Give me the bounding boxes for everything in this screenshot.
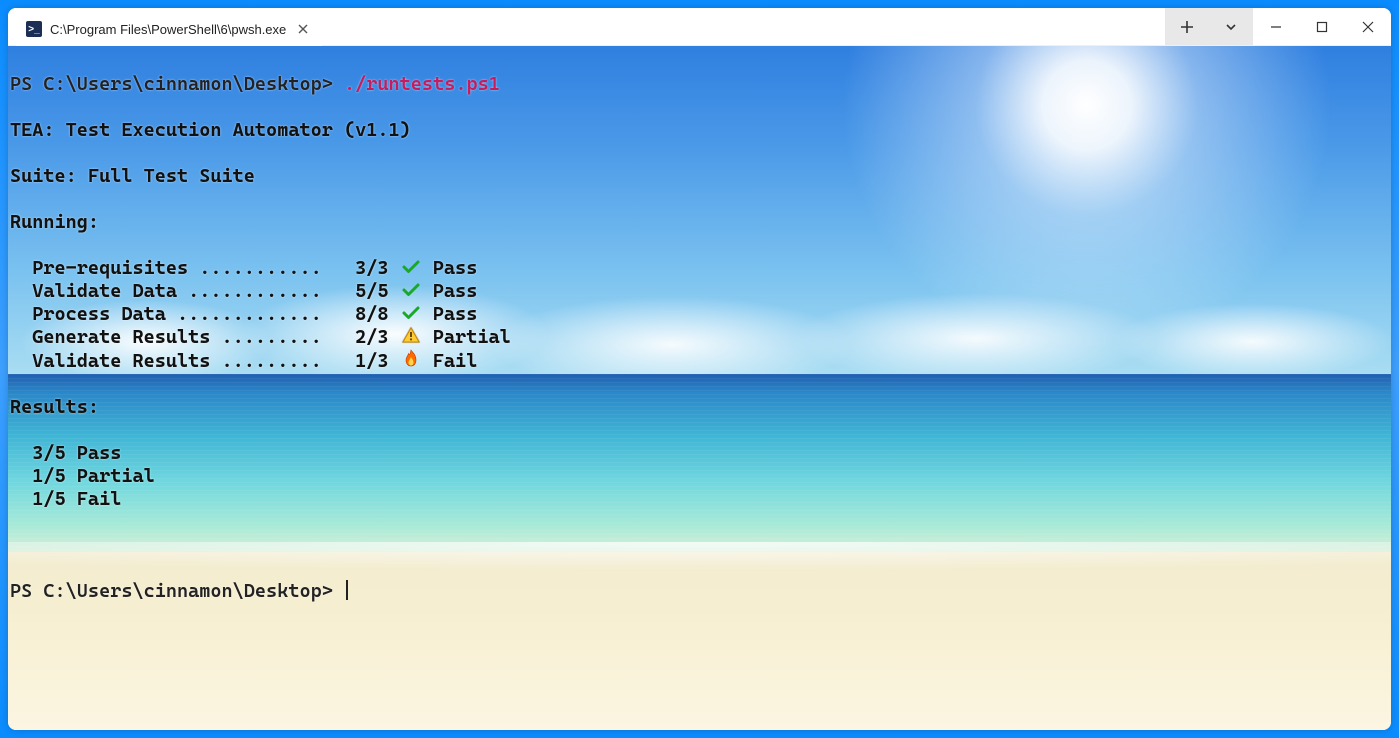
titlebar[interactable]: >_ C:\Program Files\PowerShell\6\pwsh.ex… [8,8,1391,46]
check-icon [400,280,422,303]
header-line: TEA: Test Execution Automator (v1.1) [10,119,1389,142]
results-label: Results: [10,396,1389,419]
minimize-button[interactable] [1253,8,1299,45]
window-controls [1253,8,1391,45]
warning-icon [400,326,422,349]
terminal-window: >_ C:\Program Files\PowerShell\6\pwsh.ex… [8,8,1391,730]
new-tab-button[interactable] [1165,8,1209,46]
results-row: 1/5 Fail [10,488,1389,511]
tab-title: C:\Program Files\PowerShell\6\pwsh.exe [50,22,286,37]
command-text: ./runtests.ps1 [344,73,500,95]
powershell-icon: >_ [26,21,42,37]
fire-icon [400,349,422,373]
close-button[interactable] [1345,8,1391,45]
terminal-text[interactable]: PS C:\Users\cinnamon\Desktop> ./runtests… [8,46,1391,730]
maximize-button[interactable] [1299,8,1345,45]
test-row: Validate Results ......... 1/3 Fail [10,349,1389,373]
check-icon [400,303,422,326]
test-row: Pre-requisites ........... 3/3 Pass [10,257,1389,280]
terminal-viewport[interactable]: PS C:\Users\cinnamon\Desktop> ./runtests… [8,46,1391,730]
tab-close-button[interactable] [294,20,312,38]
test-row: Process Data ............. 8/8 Pass [10,303,1389,326]
test-row: Validate Data ............ 5/5 Pass [10,280,1389,303]
tab-bar-spacer[interactable] [322,8,1165,45]
prompt-2: PS C:\Users\cinnamon\Desktop> [10,580,333,602]
running-label: Running: [10,211,1389,234]
tab-active[interactable]: >_ C:\Program Files\PowerShell\6\pwsh.ex… [16,12,322,46]
cursor [346,580,348,600]
tab-dropdown-button[interactable] [1209,8,1253,46]
test-row: Generate Results ......... 2/3 Partial [10,326,1389,349]
prompt-1: PS C:\Users\cinnamon\Desktop> [10,73,333,95]
results-row: 1/5 Partial [10,465,1389,488]
new-tab-area [1165,8,1253,45]
check-icon [400,257,422,280]
suite-line: Suite: Full Test Suite [10,165,1389,188]
results-row: 3/5 Pass [10,442,1389,465]
